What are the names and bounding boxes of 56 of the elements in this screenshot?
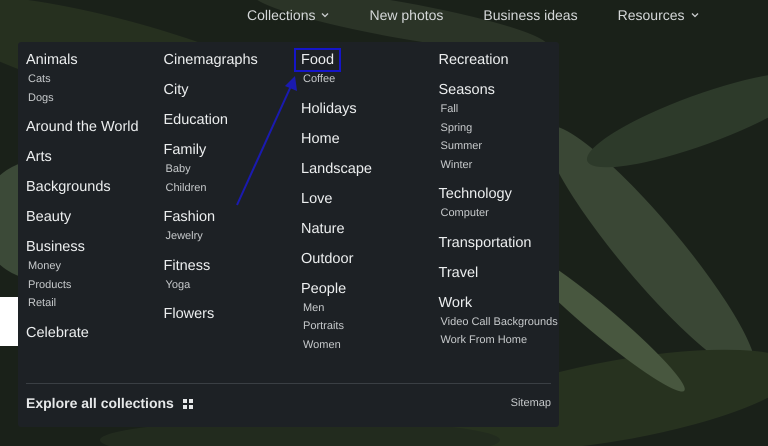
subcategory-link[interactable]: Work From Home	[440, 331, 528, 350]
category-link[interactable]: Home	[301, 128, 340, 148]
subcategory-link[interactable]: Baby	[166, 160, 191, 178]
subcategory-link[interactable]: Fall	[440, 100, 458, 118]
subcategory-link[interactable]: Spring	[440, 118, 472, 137]
subcategory-link[interactable]: Coffee	[303, 70, 336, 88]
category-link[interactable]: Travel	[438, 262, 478, 282]
category-link[interactable]: Business	[26, 237, 85, 257]
category-link[interactable]: Backgrounds	[26, 177, 111, 197]
category-link[interactable]: Landscape	[301, 158, 372, 178]
category-link[interactable]: People	[301, 278, 346, 298]
category-link[interactable]: Transportation	[438, 232, 532, 252]
subcategory-link[interactable]: Video Call Backgrounds	[440, 312, 558, 331]
subcategory-link[interactable]: Summer	[440, 137, 482, 156]
category-link[interactable]: Love	[301, 188, 332, 208]
category-link[interactable]: Fitness	[164, 256, 210, 276]
category-link[interactable]: Animals	[26, 50, 78, 70]
category-link[interactable]: City	[164, 80, 188, 100]
subcategory-link[interactable]: Winter	[440, 156, 472, 174]
subcategory-link[interactable]: Money	[28, 257, 62, 276]
nav-link[interactable]: Collections	[247, 4, 330, 26]
category-link[interactable]: Around the World	[26, 117, 139, 137]
subcategory-link[interactable]: Women	[303, 336, 341, 354]
subcategory-link[interactable]: Jewelry	[166, 227, 203, 246]
category-link[interactable]: Outdoor	[301, 248, 354, 268]
subcategory-link[interactable]: Children	[166, 178, 206, 197]
sitemap-link[interactable]: Sitemap	[510, 395, 551, 412]
category-link[interactable]: Seasons	[438, 80, 495, 100]
nav-link[interactable]: Business ideas	[483, 4, 578, 26]
category-link[interactable]: Celebrate	[26, 322, 89, 342]
nav-link[interactable]: Resources	[618, 4, 699, 26]
category-link[interactable]: Beauty	[26, 207, 72, 227]
search-field[interactable]	[0, 297, 20, 346]
grid-icon	[182, 398, 193, 408]
category-link[interactable]: Holidays	[301, 98, 357, 118]
nav-link[interactable]: New photos	[369, 4, 444, 26]
subcategory-link[interactable]: Portraits	[303, 317, 344, 336]
subcategory-link[interactable]: Yoga	[166, 276, 190, 294]
category-link[interactable]: Work	[438, 292, 472, 312]
explore-all-link[interactable]: Explore all collections	[26, 393, 193, 414]
category-link[interactable]: Cinemagraphs	[164, 50, 258, 70]
subcategory-link[interactable]: Cats	[28, 70, 51, 88]
subcategory-link[interactable]: Men	[303, 298, 324, 317]
subcategory-link[interactable]: Products	[28, 276, 72, 294]
category-link[interactable]: Arts	[26, 147, 52, 167]
subcategory-link[interactable]: Dogs	[28, 88, 54, 107]
category-link[interactable]: Flowers	[164, 304, 214, 324]
category-link[interactable]: Food	[294, 48, 342, 72]
category-link[interactable]: Nature	[301, 218, 345, 238]
category-link[interactable]: Family	[164, 140, 206, 160]
subcategory-link[interactable]: Computer	[440, 204, 489, 222]
category-link[interactable]: Fashion	[164, 207, 216, 227]
category-link[interactable]: Education	[164, 110, 228, 130]
category-link[interactable]: Recreation	[438, 50, 509, 70]
subcategory-link[interactable]: Retail	[28, 294, 56, 312]
category-link[interactable]: Technology	[438, 184, 512, 204]
